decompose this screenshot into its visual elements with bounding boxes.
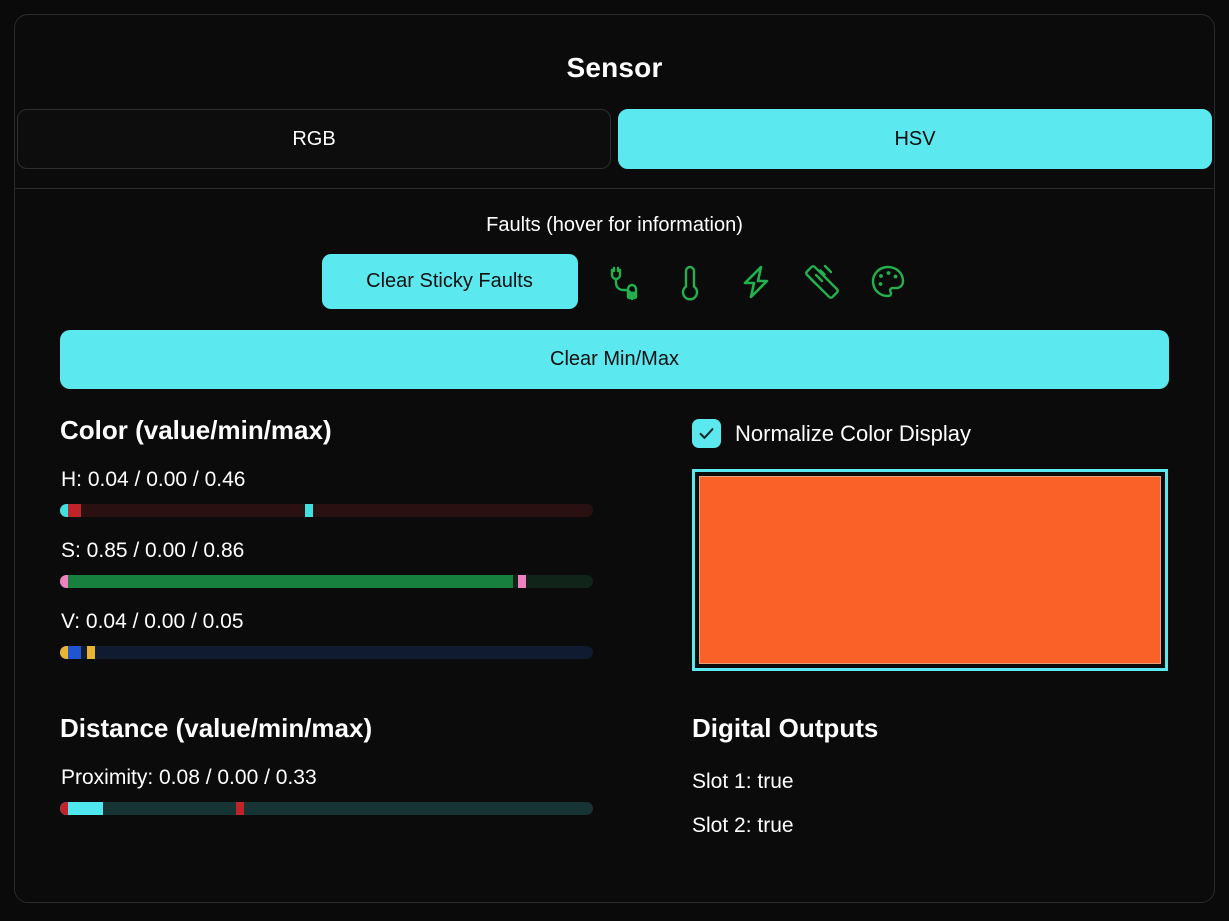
bar-max-marker xyxy=(518,575,526,588)
channel-s-bar xyxy=(60,575,593,588)
tab-hsv-label: HSV xyxy=(894,128,935,151)
bar-value-fill xyxy=(60,575,513,588)
channel-v-bar xyxy=(60,646,593,659)
sensor-readouts: Color (value/min/max) H: 0.04 / 0.00 / 0… xyxy=(15,415,1214,671)
palette-icon[interactable] xyxy=(868,262,908,302)
tab-hsv[interactable]: HSV xyxy=(618,109,1212,169)
bar-min-marker xyxy=(60,802,68,815)
lightning-bolt-icon[interactable] xyxy=(736,262,776,302)
channel-h: H: 0.04 / 0.00 / 0.46 xyxy=(60,468,650,517)
page-title: Sensor xyxy=(15,15,1214,84)
cable-plug-icon[interactable] xyxy=(604,262,644,302)
channel-proximity-label: Proximity: 0.08 / 0.00 / 0.33 xyxy=(61,766,650,790)
digital-outputs-section: Digital Outputs Slot 1: true Slot 2: tru… xyxy=(650,713,1200,838)
thermometer-icon[interactable] xyxy=(670,262,710,302)
channel-s-label: S: 0.85 / 0.00 / 0.86 xyxy=(61,539,650,563)
digital-output-slot-1: Slot 1: true xyxy=(692,744,1200,794)
color-section-heading: Color (value/min/max) xyxy=(60,415,650,446)
channel-s: S: 0.85 / 0.00 / 0.86 xyxy=(60,539,650,588)
color-swatch-fill xyxy=(699,476,1161,664)
faults-label: Faults (hover for information) xyxy=(15,189,1214,237)
tab-rgb-label: RGB xyxy=(292,128,335,151)
sensor-panel: Sensor RGB HSV Faults (hover for informa… xyxy=(14,14,1215,903)
lower-readouts: Distance (value/min/max) Proximity: 0.08… xyxy=(15,713,1214,838)
channel-proximity-bar xyxy=(60,802,593,815)
channel-v-label: V: 0.04 / 0.00 / 0.05 xyxy=(61,610,650,634)
distance-section-heading: Distance (value/min/max) xyxy=(60,713,650,744)
color-section: Color (value/min/max) H: 0.04 / 0.00 / 0… xyxy=(60,415,650,671)
faults-row: Clear Sticky Faults xyxy=(15,237,1214,309)
color-swatch xyxy=(692,469,1168,671)
tab-rgb[interactable]: RGB xyxy=(17,109,611,169)
normalize-color-display-row: Normalize Color Display xyxy=(692,419,1200,448)
channel-h-bar xyxy=(60,504,593,517)
bar-max-marker xyxy=(236,802,244,815)
clear-minmax-button[interactable]: Clear Min/Max xyxy=(60,330,1169,389)
mode-tab-bar: RGB HSV xyxy=(15,84,1214,169)
ruler-icon[interactable] xyxy=(802,262,842,302)
normalize-color-display-label: Normalize Color Display xyxy=(735,421,971,447)
bar-min-marker xyxy=(60,575,68,588)
bar-min-marker xyxy=(60,504,68,517)
normalize-color-display-checkbox[interactable] xyxy=(692,419,721,448)
bar-max-marker xyxy=(87,646,95,659)
distance-section: Distance (value/min/max) Proximity: 0.08… xyxy=(60,713,650,838)
digital-output-slot-2: Slot 2: true xyxy=(692,794,1200,838)
bar-max-marker xyxy=(305,504,313,517)
channel-v: V: 0.04 / 0.00 / 0.05 xyxy=(60,610,650,659)
digital-outputs-heading: Digital Outputs xyxy=(692,713,1200,744)
channel-proximity: Proximity: 0.08 / 0.00 / 0.33 xyxy=(60,766,650,815)
color-display-section: Normalize Color Display xyxy=(650,415,1200,671)
clear-minmax-wrap: Clear Min/Max xyxy=(15,309,1214,389)
channel-h-label: H: 0.04 / 0.00 / 0.46 xyxy=(61,468,650,492)
check-icon xyxy=(697,424,716,443)
clear-sticky-faults-button[interactable]: Clear Sticky Faults xyxy=(322,254,578,309)
bar-min-marker xyxy=(60,646,68,659)
